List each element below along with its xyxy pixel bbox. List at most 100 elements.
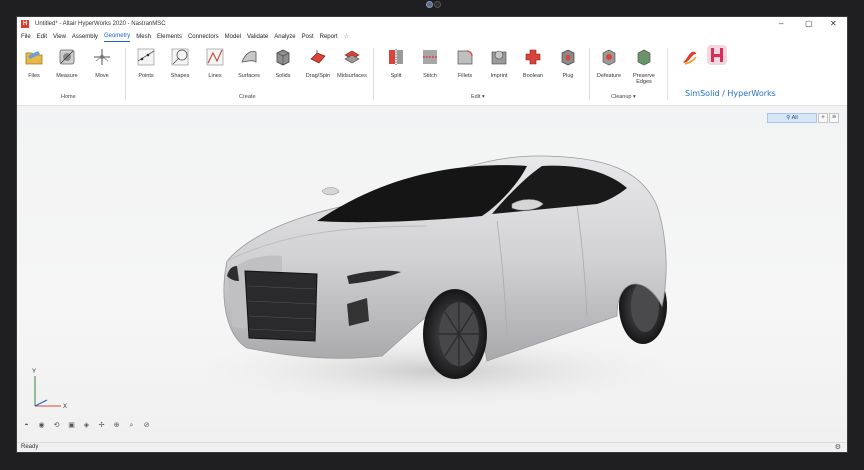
defeature-icon — [599, 47, 619, 67]
fillets-icon — [455, 47, 475, 67]
tool-plug[interactable]: Plug — [551, 47, 585, 79]
split-icon — [386, 47, 406, 67]
maximize-button[interactable]: ▢ — [805, 19, 813, 29]
tool-label: Measure — [56, 73, 78, 79]
plug-icon — [558, 47, 578, 67]
viewport-menu-button[interactable]: ≡ — [829, 113, 839, 123]
brand-text: SimSolid / HyperWorks — [685, 89, 776, 98]
simsolid-logo-icon[interactable] — [679, 46, 699, 66]
menu-item-post[interactable]: Post — [302, 32, 314, 42]
tool-label: Stitch — [423, 73, 437, 79]
tool-label: Files — [28, 73, 40, 79]
tool-move[interactable]: Move — [85, 47, 119, 79]
shapes-icon — [170, 47, 190, 67]
screen-frame: H Untitled* - Altair HyperWorks 2020 - N… — [0, 0, 864, 470]
tool-midsurfaces[interactable]: Midsurfaces — [335, 47, 369, 79]
menu-item-connectors[interactable]: Connectors — [188, 32, 219, 42]
add-button[interactable]: + — [818, 113, 828, 123]
group-label-edit[interactable]: Edit ▾ — [471, 94, 485, 100]
favorite-icon[interactable]: ☆ — [344, 33, 349, 40]
ribbon-divider — [667, 48, 668, 100]
tool-surfaces[interactable]: Surfaces — [232, 47, 266, 79]
tool-solids[interactable]: Solids — [266, 47, 300, 79]
camera-icon[interactable]: ◉ — [36, 421, 47, 430]
tool-label: Fillets — [457, 73, 473, 79]
lines-icon — [205, 47, 225, 67]
tool-label: Points — [138, 73, 154, 79]
ribbon-divider — [373, 48, 374, 100]
menu-item-elements[interactable]: Elements — [157, 32, 182, 42]
tool-label: Split — [390, 73, 402, 79]
minimize-button[interactable]: – — [779, 19, 783, 29]
axis-x-label: X — [63, 404, 67, 410]
camera-indicator — [426, 1, 444, 9]
tool-preserve-edges[interactable]: Preserve Edges — [627, 47, 661, 85]
menu-bar: File Edit View Assembly Geometry Mesh Elements… — [17, 31, 847, 42]
points-icon — [136, 47, 156, 67]
section-icon[interactable]: ◈ — [81, 421, 92, 430]
tool-label: Defeature — [596, 73, 622, 79]
ribbon-divider — [125, 48, 126, 100]
clipping-icon[interactable]: ⊘ — [141, 421, 152, 430]
group-label-home: Home — [61, 94, 76, 100]
tool-label: Surfaces — [238, 73, 260, 79]
settings-gear-icon[interactable]: ⚙ — [835, 443, 841, 451]
solids-icon — [273, 47, 293, 67]
tool-label: Shapes — [170, 73, 190, 79]
tool-imprint[interactable]: Imprint — [482, 47, 516, 79]
filter-all-button[interactable]: ⚲ All — [767, 113, 817, 123]
menu-item-view[interactable]: View — [53, 32, 66, 42]
tool-shapes[interactable]: Shapes — [163, 47, 197, 79]
tool-files[interactable]: Files — [17, 47, 51, 79]
tool-fillets[interactable]: Fillets — [448, 47, 482, 79]
tool-measure[interactable]: Measure — [50, 47, 84, 79]
close-button[interactable]: ✕ — [830, 19, 837, 29]
tool-defeature[interactable]: Defeature — [592, 47, 626, 79]
axis-y-label: Y — [32, 369, 36, 375]
tool-label: Preserve Edges — [632, 73, 655, 85]
stitch-icon — [420, 47, 440, 67]
car-model[interactable] — [187, 126, 707, 416]
graphics-viewport[interactable]: ⚲ All + ≡ Y X ◓ ◉ ⟲ ▣ ◈ ✢ ⊕ ⌕ ⊘ — [17, 106, 847, 442]
filter-label: All — [791, 115, 798, 121]
menu-item-mesh[interactable]: Mesh — [136, 32, 151, 42]
menu-item-analyze[interactable]: Analyze — [274, 32, 295, 42]
tool-label: Boolean — [522, 73, 544, 79]
tool-split[interactable]: Split — [379, 47, 413, 79]
hyperworks-logo-icon[interactable] — [707, 45, 727, 65]
tool-label: Solids — [275, 73, 291, 79]
surfaces-icon — [239, 47, 259, 67]
tool-stitch[interactable]: Stitch — [413, 47, 447, 79]
menu-item-validate[interactable]: Validate — [247, 32, 268, 42]
view-toolbar: ◓ ◉ ⟲ ▣ ◈ ✢ ⊕ ⌕ ⊘ — [21, 421, 156, 430]
group-label-cleanup[interactable]: Cleanup ▾ — [611, 94, 636, 100]
menu-item-edit[interactable]: Edit — [37, 32, 47, 42]
tool-label: Lines — [208, 73, 222, 79]
measure-view-icon[interactable]: ✢ — [96, 421, 107, 430]
menu-item-file[interactable]: File — [21, 32, 31, 42]
viewport-filter-bar: ⚲ All + ≡ — [767, 113, 839, 123]
tool-label: Drag/Spin — [305, 73, 331, 79]
title-bar: H Untitled* - Altair HyperWorks 2020 - N… — [17, 17, 847, 31]
tool-lines[interactable]: Lines — [198, 47, 232, 79]
tool-label: Move — [95, 73, 109, 79]
menu-item-report[interactable]: Report — [320, 32, 338, 42]
tool-label: Imprint — [490, 73, 508, 79]
boolean-icon — [523, 47, 543, 67]
measure-icon — [57, 47, 77, 67]
preserve-edges-icon — [634, 47, 654, 67]
app-window: H Untitled* - Altair HyperWorks 2020 - N… — [16, 16, 848, 453]
tool-label: Midsurfaces — [337, 73, 367, 79]
rotate-icon[interactable]: ⟲ — [51, 421, 62, 430]
zoom-icon[interactable]: ⊕ — [111, 421, 122, 430]
tool-drag-spin[interactable]: Drag/Spin — [301, 47, 335, 79]
menu-item-geometry[interactable]: Geometry — [103, 31, 131, 42]
tool-boolean[interactable]: Boolean — [516, 47, 550, 79]
menu-item-assembly[interactable]: Assembly — [72, 32, 98, 42]
window-title: Untitled* - Altair HyperWorks 2020 - Nas… — [35, 21, 166, 27]
fit-view-icon[interactable]: ▣ — [66, 421, 77, 430]
shaded-view-icon[interactable]: ◓ — [21, 421, 32, 430]
menu-item-model[interactable]: Model — [225, 32, 241, 42]
tool-points[interactable]: Points — [129, 47, 163, 79]
lasso-icon[interactable]: ⌕ — [126, 421, 137, 430]
